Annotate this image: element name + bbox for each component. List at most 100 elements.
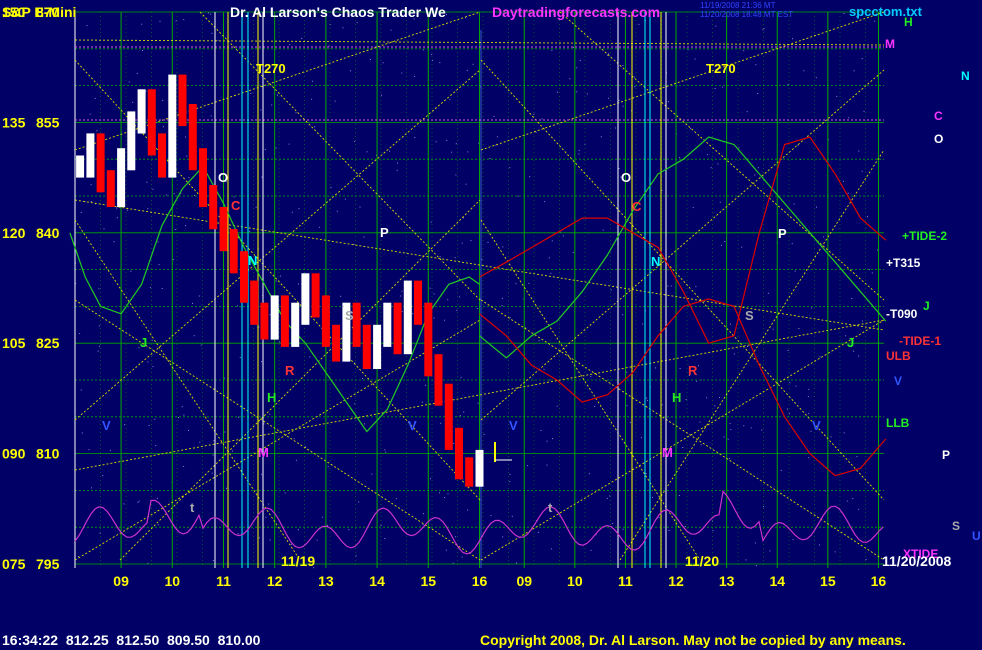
star-dot <box>640 437 642 439</box>
price-bar <box>332 324 341 362</box>
star-dot <box>830 436 832 438</box>
star-dot <box>543 368 545 370</box>
star-dot <box>477 402 479 404</box>
star-dot <box>318 226 320 228</box>
star-dot <box>116 217 118 219</box>
star-dot <box>622 65 624 66</box>
header-website[interactable]: Daytradingforecasts.com <box>492 4 660 20</box>
star-dot <box>590 376 592 378</box>
x-tick-label: 15 <box>420 573 436 589</box>
star-dot <box>260 109 262 111</box>
star-dot <box>576 91 578 93</box>
star-dot <box>177 417 179 418</box>
price-bar <box>352 302 361 347</box>
star-dot <box>793 203 795 205</box>
star-dot <box>502 246 504 248</box>
chart-letter: O <box>621 170 631 185</box>
star-dot <box>447 299 449 301</box>
star-dot <box>258 537 260 539</box>
star-dot <box>578 149 580 151</box>
star-dot <box>476 308 478 310</box>
star-dot <box>452 562 454 564</box>
chart-letter: R <box>285 363 295 378</box>
x-tick-label: 10 <box>164 573 180 589</box>
star-dot <box>123 503 125 505</box>
star-dot <box>549 379 551 381</box>
price-bar <box>147 89 156 156</box>
star-dot <box>356 22 358 24</box>
star-dot <box>354 140 356 142</box>
star-dot <box>309 356 311 358</box>
star-dot <box>569 78 571 80</box>
star-dot <box>330 186 332 188</box>
star-dot <box>433 317 435 319</box>
y-tick-price: 795 <box>36 556 60 572</box>
price-bar <box>475 449 484 487</box>
star-dot <box>264 149 266 150</box>
chart-letter: C <box>231 198 241 213</box>
star-dot <box>699 421 701 423</box>
star-dot <box>763 506 764 508</box>
chart-letter: T270 <box>706 61 736 76</box>
star-dot <box>791 243 793 245</box>
star-dot <box>94 97 96 99</box>
star-dot <box>275 147 277 149</box>
level-label: N <box>961 69 970 83</box>
star-dot <box>511 515 513 517</box>
star-dot <box>350 70 351 72</box>
x-tick-label: 16 <box>472 573 488 589</box>
star-dot <box>746 111 748 113</box>
star-dot <box>690 128 692 130</box>
chart-letter: t <box>190 500 195 515</box>
x-tick-label: 11 <box>216 573 231 589</box>
star-dot <box>795 385 797 387</box>
y-tick-price: 855 <box>36 114 60 130</box>
star-dot <box>843 180 844 182</box>
price-bar <box>240 251 248 303</box>
star-dot <box>608 97 609 99</box>
chart-letter: J <box>140 335 147 350</box>
x-tick-label: 11 <box>618 573 633 589</box>
chart-letter: V <box>102 418 111 433</box>
x-tick-label: 16 <box>871 573 887 589</box>
level-label: S <box>952 519 960 533</box>
star-dot <box>210 115 212 117</box>
star-dot <box>363 236 365 238</box>
star-dot <box>90 184 92 186</box>
star-dot <box>316 539 318 541</box>
star-dot <box>622 105 624 107</box>
price-bar <box>219 207 228 252</box>
star-dot <box>730 323 731 325</box>
star-dot <box>761 429 763 431</box>
star-dot <box>548 257 550 259</box>
star-dot <box>185 136 186 138</box>
star-dot <box>738 147 740 149</box>
star-dot <box>132 101 134 103</box>
star-dot <box>451 151 453 153</box>
star-dot <box>823 236 825 238</box>
star-dot <box>618 99 620 101</box>
star-dot <box>90 201 92 202</box>
star-dot <box>540 430 542 431</box>
star-dot <box>446 139 448 141</box>
star-dot <box>816 206 817 208</box>
star-dot <box>280 275 282 277</box>
star-dot <box>470 240 472 241</box>
star-dot <box>670 285 672 287</box>
star-dot <box>193 335 195 337</box>
star-dot <box>819 544 820 546</box>
star-dot <box>723 436 725 438</box>
star-dot <box>509 481 511 483</box>
star-dot <box>733 353 735 355</box>
star-dot <box>696 380 698 382</box>
star-dot <box>853 70 855 72</box>
star-dot <box>834 551 836 553</box>
star-dot <box>359 206 361 208</box>
star-dot <box>787 349 789 351</box>
star-dot <box>371 473 373 475</box>
price-bar <box>291 302 300 347</box>
star-dot <box>594 406 596 407</box>
chart-letter: V <box>509 418 518 433</box>
y-tick-left: 135 <box>2 114 26 130</box>
star-dot <box>852 498 854 500</box>
